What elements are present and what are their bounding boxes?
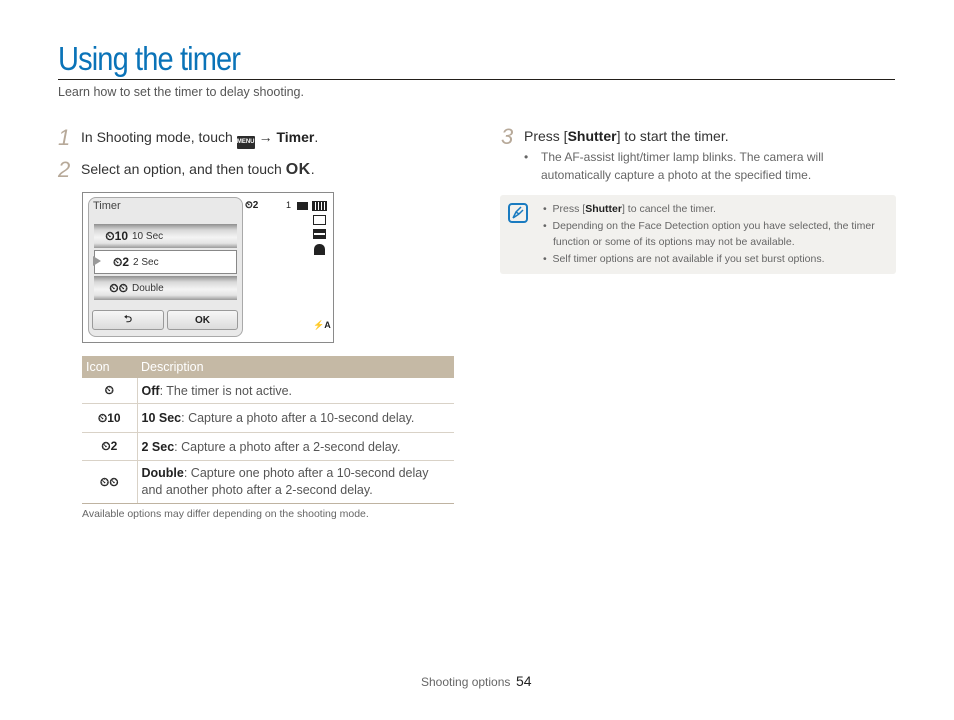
row-term: Double [141,466,184,480]
stabilizer-icon [314,244,325,255]
table-row: ⏲2 2 Sec: Capture a photo after a 2-seco… [82,432,454,461]
timer-menu-title: Timer [93,200,121,212]
step-number: 3 [501,124,514,149]
row-desc: : Capture a photo after a 10-second dela… [181,411,415,425]
note-pencil-icon [508,203,528,223]
table-row: ⏲⏲ Double: Capture one photo after a 10-… [82,460,454,504]
timer-double-icon: ⏲⏲ [82,460,138,504]
row-desc: : Capture a photo after a 2-second delay… [174,439,401,454]
timer-option-2-sec[interactable]: ⏲2 2 Sec [94,250,237,274]
step-text: Press [ [524,128,568,144]
title-divider [58,79,895,80]
timer-options-table: Icon Description ⏲ Off: The timer is not… [82,356,454,504]
shot-count: 1 [286,200,292,210]
step-3: 3 [501,124,513,150]
option-label: Double [132,282,164,294]
quality-icon [313,229,326,239]
timer-off-icon: ⏲ [82,378,138,404]
back-arrow-icon: ⮌ [123,313,132,325]
bullet-dot: • [543,220,553,232]
table-row: ⏲10 10 Sec: Capture a photo after a 10-s… [82,403,454,433]
page-title: Using the timer [58,40,241,77]
bullet-dot: • [543,253,553,265]
option-label: 10 Sec [132,230,164,242]
table-footnote: Available options may differ depending o… [82,508,369,520]
step-text: Select an option, and then touch [81,161,282,177]
timer-double-icon: ⏲⏲ [109,280,128,295]
header-description: Description [137,356,454,378]
step-punct: . [314,129,319,145]
flash-auto-icon: ⚡A [313,320,331,330]
page-number: 54 [516,673,532,689]
note-text: Self timer options are not available if … [552,253,825,265]
step-text: In Shooting mode, touch [81,129,233,145]
row-description: Double: Capture one photo after a 10-sec… [137,460,454,504]
note-keyword: Shutter [585,203,622,215]
table-row: ⏲ Off: The timer is not active. [82,378,454,404]
note-text-end: ] to cancel the timer. [621,203,716,215]
step-3-bullet: The AF-assist light/timer lamp blinks. T… [541,150,824,182]
timer-option-double[interactable]: ⏲⏲ Double [94,276,237,300]
timer-option-10-sec[interactable]: ⏲10 10 Sec [94,224,237,248]
step-2-text: Select an option, and then touch OK. [81,161,315,179]
row-desc: : The timer is not active. [159,383,293,398]
step-text-end: ] to start the timer. [616,128,729,144]
ok-icon: OK [285,161,311,178]
row-term: 10 Sec [141,411,182,425]
row-term: Off [141,383,160,398]
page-subtitle: Learn how to set the timer to delay shoo… [58,85,304,99]
note-text: Press [ [552,203,586,215]
arrow-icon: → [258,129,273,145]
step-number: 2 [58,157,71,182]
selection-pointer-icon [93,256,101,266]
header-icon: Icon [82,356,137,378]
note-item: • Press [Shutter] to cancel the timer. [543,201,716,217]
step-3-text: Press [Shutter] to start the timer. [524,128,729,144]
step-3-bullet-dot: • [524,150,529,164]
row-description: 2 Sec: Capture a photo after a 2-second … [137,432,454,461]
step-keyword: Timer [276,129,315,145]
row-desc: : Capture one photo after a 10-second de… [141,466,429,497]
back-button[interactable]: ⮌ [92,310,164,330]
step-punct: . [310,161,315,177]
photo-size-icon [313,215,326,225]
bullet-dot: • [543,203,553,215]
footer-section: Shooting options [421,675,511,689]
ok-button[interactable]: OK [167,310,238,330]
row-description: 10 Sec: Capture a photo after a 10-secon… [137,403,454,433]
note-item: • Self timer options are not available i… [543,251,825,267]
menu-icon: MENU [236,136,255,149]
memory-card-icon [297,202,308,210]
row-description: Off: The timer is not active. [137,378,454,404]
step-number: 1 [58,125,71,150]
timer-status-icon: ⏲2 [245,200,259,211]
row-term: 2 Sec [141,439,175,454]
step-keyword: Shutter [567,128,617,144]
timer-2-icon: ⏲2 [82,432,138,461]
note-text: Depending on the Face Detection option y… [552,220,875,248]
battery-icon [312,201,327,211]
ok-label: OK [195,314,210,326]
step-1: 1 [58,125,70,151]
note-item: • Depending on the Face Detection option… [543,218,898,250]
table-header-row: Icon Description [82,356,454,378]
option-label: 2 Sec [133,256,159,268]
step-1-text: In Shooting mode, touch MENU → Timer. [81,129,318,149]
timer-10-icon: ⏲10 [105,228,128,243]
step-2: 2 [58,157,70,183]
timer-10-icon: ⏲10 [82,403,138,433]
